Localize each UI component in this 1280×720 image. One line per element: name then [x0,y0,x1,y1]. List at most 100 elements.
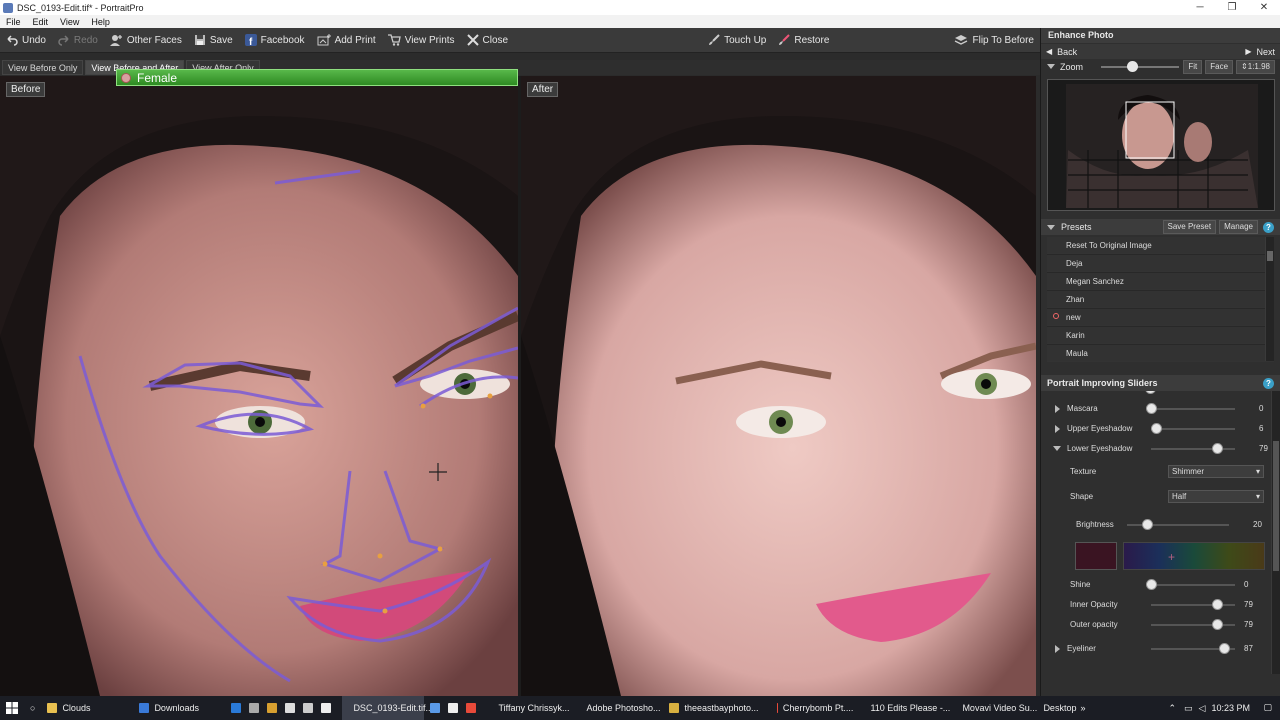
add-person-icon [109,35,122,46]
close-button[interactable]: Close [461,28,515,53]
upper-eyeshadow-slider-knob[interactable] [1151,423,1163,434]
clock[interactable]: 10:23 PM [1211,703,1250,713]
back-button[interactable]: ◀ Back [1046,47,1077,57]
taskbar-item-tiffany[interactable]: Tiffany Chrissyk... [487,696,575,720]
zoom-slider-knob[interactable] [1127,61,1138,72]
maximize-icon[interactable]: ❐ [1216,0,1248,15]
upper-eyeshadow-slider-track[interactable] [1151,428,1235,430]
menu-edit[interactable]: Edit [27,17,55,27]
touch-up-button[interactable]: Touch Up [702,28,772,53]
preset-item[interactable]: Zhan [1047,291,1274,308]
zoom-value-field[interactable]: ⇕1:1.98 [1236,60,1275,74]
mascara-slider-knob[interactable] [1146,403,1157,414]
flip-to-before-button[interactable]: Flip To Before [948,28,1040,53]
navigator-thumbnail[interactable] [1047,79,1275,211]
next-button[interactable]: ▶ Next [1245,47,1275,57]
chrome-icon[interactable] [466,703,477,713]
taskbar-item-110-edits[interactable]: 110 Edits Please -... [859,696,951,720]
taskbar-item-portraitpro[interactable]: DSC_0193-Edit.tif... [342,696,433,720]
preset-item[interactable]: Deja [1047,255,1274,272]
network-icon[interactable]: ▭ [1184,703,1193,714]
close-window-icon[interactable]: ✕ [1248,0,1280,15]
lower-eyeshadow-slider-knob[interactable] [1212,443,1224,454]
after-image-pane[interactable]: After [521,76,1036,696]
nav-row: ◀ Back ▶ Next [1041,44,1280,59]
undo-button[interactable]: Undo [0,28,52,53]
zoom-collapse-icon[interactable] [1047,64,1055,69]
taskbar-item-theeastbayphoto[interactable]: theeastbayphoto... [663,696,771,720]
facebook-button[interactable]: f Facebook [239,28,311,53]
shape-dropdown[interactable]: Half [1168,490,1264,503]
right-sidebar: Enhance Photo ◀ Back ▶ Next Zoom Fit Fac… [1040,28,1280,696]
puzzle-icon[interactable] [321,703,332,713]
outer-opacity-slider-knob[interactable] [1212,619,1224,630]
taskbar-item-movavi[interactable]: Movavi Video Su... [951,696,1037,720]
sliders-scroll-thumb[interactable] [1273,441,1279,571]
add-print-button[interactable]: Add Print [311,28,382,53]
preset-scroll-thumb[interactable] [1267,251,1273,261]
tray-up-arrow-icon[interactable]: ⌃ [1168,703,1176,714]
taskbar-item-photoshop[interactable]: Adobe Photosho... [575,696,663,720]
other-faces-button[interactable]: Other Faces [104,28,188,53]
color-crosshair-icon: + [1168,550,1176,564]
menu-file[interactable]: File [0,17,27,27]
menu-view[interactable]: View [54,17,85,27]
before-portrait-photo [0,76,518,696]
sliders-scrollbar[interactable] [1271,391,1280,674]
volume-icon[interactable]: ◁ [1199,703,1206,714]
fit-button[interactable]: Fit [1183,60,1203,74]
store-icon[interactable] [249,703,260,713]
shine-slider-knob[interactable] [1146,579,1157,590]
minimize-icon[interactable]: ─ [1184,0,1216,15]
notifications-icon[interactable]: ▢ [1263,702,1272,713]
gender-indicator-bar[interactable]: Female [116,69,518,86]
before-image-pane[interactable]: Before [0,76,518,696]
save-button[interactable]: Save [188,28,239,53]
sliders-help-icon[interactable]: ? [1263,377,1274,389]
notepad-icon[interactable] [303,703,314,713]
view-prints-button[interactable]: View Prints [382,28,461,53]
taskbar-item-clouds[interactable]: Clouds [41,696,133,720]
preset-item[interactable]: Maula [1047,345,1274,362]
start-button[interactable] [0,696,24,720]
brightness-slider-knob[interactable] [1142,519,1154,530]
eyeshadow-color-swatch[interactable] [1075,542,1117,570]
preset-item[interactable]: Karin [1047,327,1274,344]
inner-opacity-slider-knob[interactable] [1212,599,1224,610]
zoom-slider[interactable] [1101,61,1179,72]
shine-slider-track[interactable] [1151,584,1235,586]
preset-item[interactable]: Reset To Original Image [1047,237,1274,254]
mascara-slider-track[interactable] [1151,408,1235,410]
clipped-slider-knob[interactable] [1145,391,1156,394]
preset-item-new[interactable]: new [1047,309,1274,326]
presets-collapse-icon[interactable] [1047,224,1055,230]
upper-eyeshadow-expand-icon[interactable] [1055,425,1060,433]
preset-item[interactable]: Megan Sanchez [1047,273,1274,290]
app-icon[interactable] [430,703,441,713]
texture-dropdown[interactable]: Shimmer [1168,465,1264,478]
eyeliner-slider-knob[interactable] [1219,643,1231,654]
brush-icon [709,34,720,45]
taskbar-item-downloads[interactable]: Downloads [133,696,225,720]
edge-icon[interactable] [231,703,242,713]
lower-eyeshadow-collapse-icon[interactable] [1053,446,1061,451]
taskbar-item-cherrybomb[interactable]: Cherrybomb Pt.... [771,696,859,720]
mascara-expand-icon[interactable] [1055,405,1060,413]
desktop-toolbar[interactable]: Desktop» [1037,696,1091,720]
settings-icon[interactable] [285,703,296,713]
preset-list-scrollbar[interactable] [1265,237,1274,361]
explorer-icon[interactable] [267,703,278,713]
mail-icon[interactable] [448,703,459,713]
presets-help-icon[interactable]: ? [1263,221,1274,233]
face-button[interactable]: Face [1205,60,1234,74]
save-preset-button[interactable]: Save Preset [1162,220,1217,234]
menu-help[interactable]: Help [85,17,116,27]
restore-button[interactable]: Restore [772,28,835,53]
redo-button[interactable]: Redo [52,28,104,53]
menu-bar: File Edit View Help [0,15,1280,28]
tab-view-before-only[interactable]: View Before Only [2,60,84,75]
search-taskbar-button[interactable]: ○ [24,696,41,720]
eyeliner-expand-icon[interactable] [1055,645,1060,653]
eyeshadow-color-spectrum[interactable]: + [1123,542,1265,570]
manage-presets-button[interactable]: Manage [1219,220,1258,234]
